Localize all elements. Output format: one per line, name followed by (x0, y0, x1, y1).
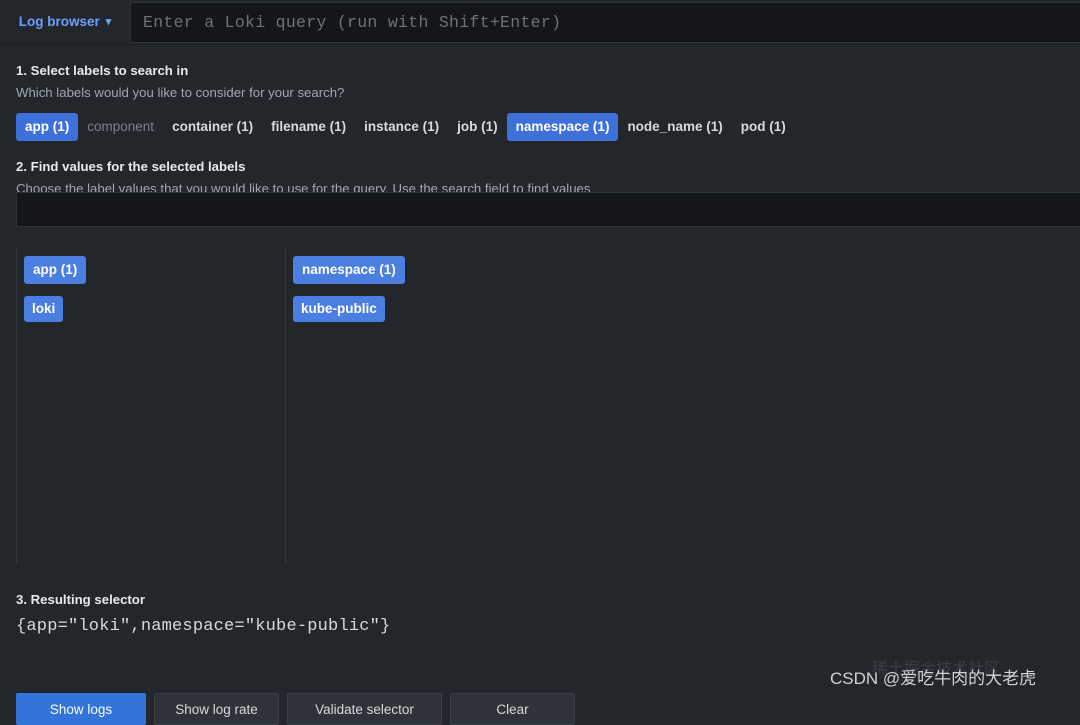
value-column-namespace: namespace (1) kube-public (285, 247, 554, 563)
label-selector-row: app (1) component container (1) filename… (16, 113, 1064, 141)
label-chip-component[interactable]: component (78, 113, 163, 141)
value-list-app: loki (24, 296, 285, 322)
loki-query-input[interactable]: Enter a Loki query (run with Shift+Enter… (130, 2, 1080, 43)
step2-title: 2. Find values for the selected labels (16, 159, 246, 174)
chevron-down-icon: ▾ (105, 15, 112, 28)
step3-title: 3. Resulting selector (16, 592, 145, 607)
value-search-input[interactable] (16, 192, 1080, 227)
loki-query-placeholder: Enter a Loki query (run with Shift+Enter… (143, 13, 562, 32)
log-browser-label: Log browser (18, 13, 100, 29)
label-chip-node-name[interactable]: node_name (1) (618, 113, 731, 141)
label-chip-filename[interactable]: filename (1) (262, 113, 355, 141)
value-column-header-namespace: namespace (1) (293, 256, 405, 284)
value-list-namespace: kube-public (293, 296, 554, 322)
label-chip-instance[interactable]: instance (1) (355, 113, 448, 141)
resulting-selector: {app="loki",namespace="kube-public"} (16, 617, 391, 636)
value-column-header-app: app (1) (24, 256, 87, 284)
label-chip-container[interactable]: container (1) (163, 113, 262, 141)
label-chip-namespace[interactable]: namespace (1) (506, 113, 619, 141)
step3-section: 3. Resulting selector {app="loki",namesp… (16, 592, 1064, 636)
label-chip-job[interactable]: job (1) (448, 113, 507, 141)
value-column-app: app (1) loki (16, 247, 285, 563)
value-chip-kube-public[interactable]: kube-public (293, 296, 385, 322)
label-chip-pod[interactable]: pod (1) (732, 113, 795, 141)
step1-title: 1. Select labels to search in (16, 63, 189, 78)
log-browser-toggle-button[interactable]: Log browser ▾ (0, 0, 130, 44)
value-columns: app (1) loki namespace (1) kube-public (16, 247, 1064, 563)
value-chip-loki[interactable]: loki (24, 296, 64, 322)
query-bar: Log browser ▾ Enter a Loki query (run wi… (0, 0, 1080, 45)
step1-description: Which labels would you like to consider … (16, 85, 345, 100)
label-chip-app[interactable]: app (1) (16, 113, 79, 141)
